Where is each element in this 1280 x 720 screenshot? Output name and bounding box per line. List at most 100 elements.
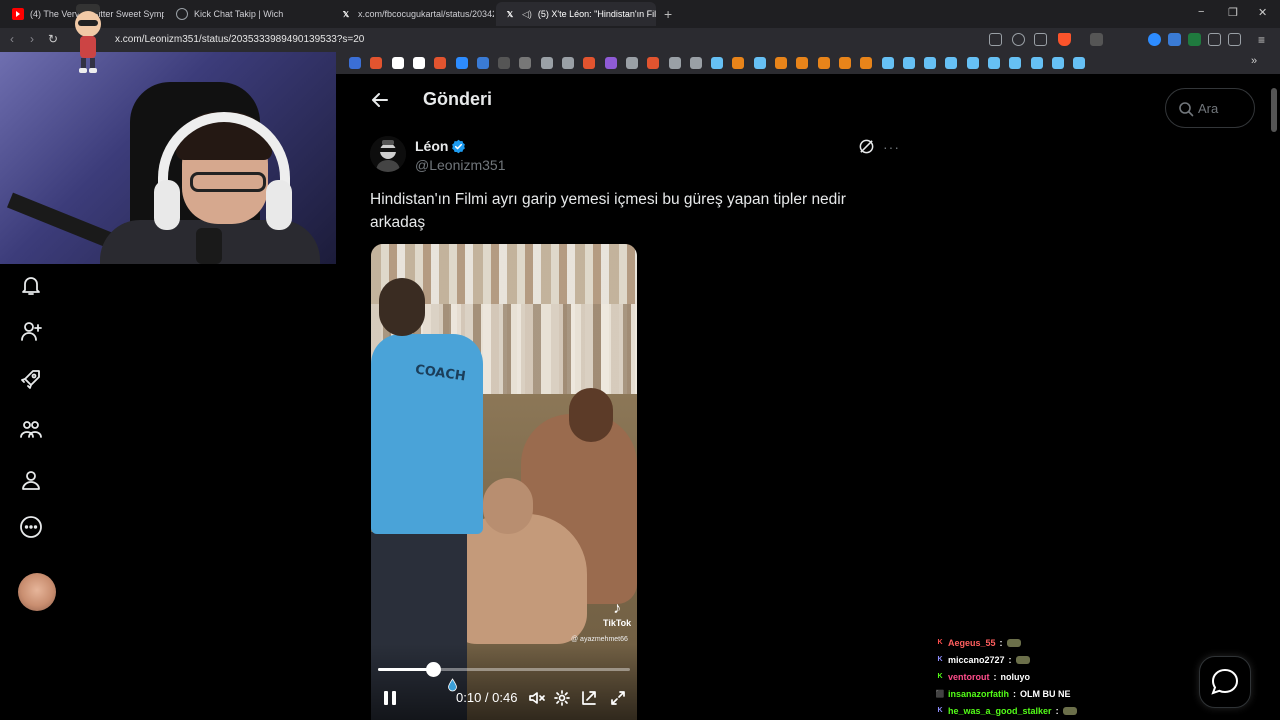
author-handle[interactable]: @Leonizm351	[415, 157, 506, 173]
bookmark-icon[interactable]	[604, 57, 617, 69]
bookmark-icon[interactable]	[881, 57, 894, 69]
fullscreen-icon[interactable]	[609, 689, 627, 707]
bookmark-icon[interactable]	[902, 57, 915, 69]
author-avatar-image	[370, 136, 406, 172]
grok-icon[interactable]	[858, 138, 875, 155]
bookmark-icon[interactable]	[711, 57, 724, 69]
video-progress-handle[interactable]	[425, 662, 441, 677]
pause-icon[interactable]	[383, 690, 397, 706]
bookmark-icon[interactable]	[838, 57, 851, 69]
minimize-button[interactable]: −	[1198, 6, 1204, 18]
maximize-button[interactable]: ❐	[1228, 6, 1238, 19]
video-wrestler-head	[569, 388, 613, 442]
browser-tab-active[interactable]: 𝕏 ◁) (5) X'te Léon: "Hindistan'ın Fil ✕	[496, 2, 656, 26]
chat-emote-icon	[1015, 655, 1030, 664]
browser-tab-kick-chat[interactable]: Kick Chat Takip | Wich	[168, 4, 328, 24]
author-name[interactable]: Léon	[415, 138, 448, 154]
chat-badge-icon: K	[937, 707, 943, 714]
sidebar-toggle-icon[interactable]	[1228, 33, 1241, 46]
bookmark-icon[interactable]	[412, 57, 425, 69]
bookmark-icon[interactable]	[945, 57, 958, 69]
zoom-icon[interactable]	[1012, 33, 1025, 46]
chat-separator: :	[1013, 688, 1017, 699]
video-coach-head	[379, 278, 425, 336]
bookmark-icon[interactable]	[562, 57, 574, 69]
extension-icon[interactable]	[1148, 33, 1161, 46]
browser-tab-x-status[interactable]: 𝕏 x.com/fbcocugukartal/status/203425	[332, 4, 494, 24]
back-nav-icon[interactable]: ‹	[10, 32, 14, 46]
messages-button[interactable]	[1199, 656, 1251, 708]
extensions-puzzle-icon[interactable]	[1208, 33, 1221, 46]
bookmark-icon[interactable]	[796, 57, 809, 69]
rocket-icon[interactable]	[18, 366, 44, 392]
screenshot-icon[interactable]	[989, 33, 1002, 46]
bookmark-icon[interactable]	[1051, 57, 1064, 69]
search-icon	[1179, 102, 1194, 117]
forward-nav-icon[interactable]: ›	[30, 32, 34, 46]
bookmark-icon[interactable]	[583, 57, 596, 69]
chat-separator: :	[993, 671, 997, 682]
bookmark-icon[interactable]	[349, 57, 361, 69]
video-wrestler-head	[483, 478, 533, 534]
bookmark-icon[interactable]	[988, 57, 1000, 69]
bookmark-icon[interactable]	[732, 57, 745, 69]
extension-icon[interactable]	[1168, 33, 1181, 46]
excel-icon[interactable]	[1188, 33, 1201, 46]
brave-shield-icon[interactable]	[1058, 33, 1071, 46]
bookmark-icon[interactable]	[966, 57, 979, 69]
tab-title: Kick Chat Takip | Wich	[194, 9, 284, 19]
bookmark-icon[interactable]	[370, 57, 383, 69]
menu-icon[interactable]: ≡	[1258, 33, 1265, 47]
video-progress-bar[interactable]	[378, 662, 630, 677]
post-more-icon[interactable]: ···	[883, 139, 900, 155]
bookmark-icon[interactable]	[668, 57, 681, 69]
x-icon: 𝕏	[506, 9, 514, 19]
bookmarks-overflow-icon[interactable]: »	[1251, 55, 1257, 67]
picture-in-picture-icon[interactable]	[580, 689, 598, 707]
communities-icon[interactable]	[18, 416, 44, 442]
url-field[interactable]: x.com/Leonizm351/status/2035333989490139…	[115, 34, 364, 45]
bookmark-icon[interactable]	[1030, 57, 1043, 69]
post-video[interactable]: COACH ♪ TikTok @ ayazmehmet66	[371, 244, 637, 720]
page-scrollbar[interactable]	[1271, 88, 1277, 132]
reload-icon[interactable]: ↻	[48, 32, 58, 46]
more-options-icon[interactable]	[18, 514, 44, 540]
bookmark-icon[interactable]	[1073, 57, 1086, 69]
tab-title: x.com/fbcocugukartal/status/203425	[358, 9, 494, 19]
back-arrow-icon[interactable]	[370, 90, 390, 110]
bookmark-icon[interactable]	[647, 57, 660, 69]
chat-message: K Aegeus_55:	[936, 634, 1136, 651]
chat-separator: :	[999, 637, 1003, 648]
bookmark-icon[interactable]	[860, 57, 873, 69]
author-avatar[interactable]	[370, 136, 406, 172]
account-avatar[interactable]	[18, 573, 56, 611]
bookmark-icon[interactable]	[391, 57, 404, 69]
mute-icon[interactable]	[528, 689, 546, 707]
follow-icon[interactable]	[18, 318, 44, 344]
bookmark-icon[interactable]	[753, 57, 766, 69]
bookmark-icon[interactable]	[476, 57, 489, 69]
notifications-icon[interactable]	[18, 272, 44, 298]
search-placeholder: Ara	[1198, 101, 1219, 116]
bookmark-icon[interactable]	[625, 57, 638, 69]
bookmark-icon[interactable]	[540, 57, 553, 69]
bookmark-icon[interactable]	[817, 57, 830, 69]
bookmark-icon[interactable]	[1009, 57, 1022, 69]
video-progress-fill	[378, 668, 433, 671]
bookmark-icon[interactable]	[455, 57, 468, 69]
extension-counter-icon[interactable]	[1090, 33, 1103, 46]
close-window-button[interactable]: ✕	[1258, 6, 1267, 19]
bookmark-icon[interactable]	[775, 57, 787, 69]
new-tab-button[interactable]: +	[664, 6, 672, 22]
settings-gear-icon[interactable]	[553, 689, 571, 707]
bookmark-icon[interactable]	[689, 57, 702, 69]
bookmark-icon[interactable]	[519, 57, 532, 69]
bookmark-icon[interactable]	[924, 57, 937, 69]
profile-icon[interactable]	[18, 467, 44, 493]
search-box[interactable]: Ara	[1165, 88, 1255, 128]
bookmark-icon[interactable]	[498, 57, 511, 69]
share-icon[interactable]	[1034, 33, 1047, 46]
audio-icon: ◁)	[522, 8, 532, 19]
bookmark-icon[interactable]	[434, 57, 447, 69]
screen: (4) The Verve - Bitter Sweet Symphony Ki…	[0, 0, 1280, 720]
